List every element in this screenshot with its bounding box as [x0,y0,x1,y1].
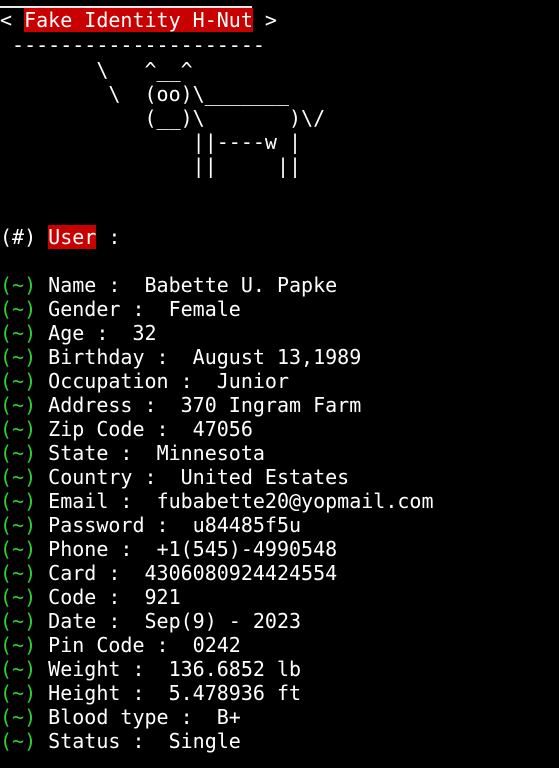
field-value: 921 [144,585,181,609]
field-prompt: (~) [0,273,37,297]
field-prompt: (~) [0,297,37,321]
field-value: Babette U. Papke [144,273,338,297]
field-row: (~) Status : Single [0,729,241,753]
field-prompt: (~) [0,369,37,393]
field-prompt: (~) [0,705,37,729]
field-prompt: (~) [0,609,37,633]
field-label: Card [48,561,97,585]
field-row: (~) Name : Babette U. Papke [0,273,338,297]
ascii-cow-art: \ ^__^ \ (oo)\_______ (__)\ )\/ ||----w … [96,58,326,178]
app-title: Fake Identity H-Nut [24,8,253,32]
field-prompt: (~) [0,393,37,417]
field-prompt: (~) [0,561,37,585]
field-prompt: (~) [0,465,37,489]
field-value: u84485f5u [192,513,302,537]
field-value: Junior [216,369,290,393]
field-row: (~) Password : u84485f5u [0,513,302,537]
field-label: Pin Code [48,633,145,657]
field-label: Date [48,609,97,633]
field-row: (~) Height : 5.478936 ft [0,681,302,705]
field-prompt: (~) [0,585,37,609]
field-prompt: (~) [0,513,37,537]
user-label: User [48,225,97,249]
field-value: 0242 [192,633,241,657]
field-prompt: (~) [0,633,37,657]
field-label: Phone [48,537,109,561]
field-prompt: (~) [0,345,37,369]
field-value: 5.478936 ft [168,681,302,705]
user-heading: (#) User : [0,225,120,249]
field-row: (~) Weight : 136.6852 lb [0,657,302,681]
field-label: Zip Code [48,417,145,441]
field-value: B+ [216,705,241,729]
field-label: State [48,441,109,465]
field-row: (~) Card : 4306080924424554 [0,561,338,585]
field-label: Occupation [48,369,169,393]
field-prompt: (~) [0,681,37,705]
field-value: Sep(9) - 2023 [144,609,302,633]
field-row: (~) Zip Code : 47056 [0,417,253,441]
field-value: 4306080924424554 [144,561,338,585]
field-label: Password [48,513,145,537]
field-label: Age [48,321,85,345]
field-label: Blood type [48,705,169,729]
field-label: Code [48,585,97,609]
field-label: Email [48,489,109,513]
field-prompt: (~) [0,417,37,441]
field-label: Name [48,273,97,297]
field-prompt: (~) [0,537,37,561]
field-value: August 13,1989 [192,345,362,369]
field-value: +1(545)-4990548 [156,537,338,561]
field-row: (~) State : Minnesota [0,441,265,465]
field-row: (~) Gender : Female [0,297,241,321]
field-label: Height [48,681,121,705]
field-row: (~) Code : 921 [0,585,181,609]
field-label: Birthday [48,345,145,369]
user-prefix: (#) [0,225,37,249]
close-bracket: > [264,8,277,32]
open-bracket: < [0,8,13,32]
header-rule: --------------------- [0,33,265,57]
field-row: (~) Date : Sep(9) - 2023 [0,609,302,633]
field-value: 32 [132,321,157,345]
field-label: Status [48,729,121,753]
field-row: (~) Birthday : August 13,1989 [0,345,362,369]
field-label: Weight [48,657,121,681]
field-value: Female [168,297,241,321]
field-value: 47056 [192,417,253,441]
field-row: (~) Blood type : B+ [0,705,241,729]
field-label: Address [48,393,133,417]
title-line: < Fake Identity H-Nut > [0,8,277,32]
field-row: (~) Phone : +1(545)-4990548 [0,537,338,561]
field-prompt: (~) [0,489,37,513]
field-prompt: (~) [0,321,37,345]
field-value: United Estates [180,465,350,489]
field-value: Minnesota [156,441,265,465]
user-suffix: : [96,225,121,249]
header-rule-text: --------------------- [12,33,265,57]
field-row: (~) Country : United Estates [0,465,350,489]
field-prompt: (~) [0,657,37,681]
field-label: Country [48,465,133,489]
field-value: Single [168,729,241,753]
field-prompt: (~) [0,729,37,753]
field-value: 136.6852 lb [168,657,302,681]
field-row: (~) Address : 370 Ingram Farm [0,393,362,417]
field-row: (~) Age : 32 [0,321,157,345]
field-prompt: (~) [0,441,37,465]
field-value: fubabette20@yopmail.com [156,489,434,513]
field-row: (~) Occupation : Junior [0,369,290,393]
field-value: 370 Ingram Farm [180,393,362,417]
field-row: (~) Email : fubabette20@yopmail.com [0,489,434,513]
field-row: (~) Pin Code : 0242 [0,633,241,657]
field-label: Gender [48,297,121,321]
